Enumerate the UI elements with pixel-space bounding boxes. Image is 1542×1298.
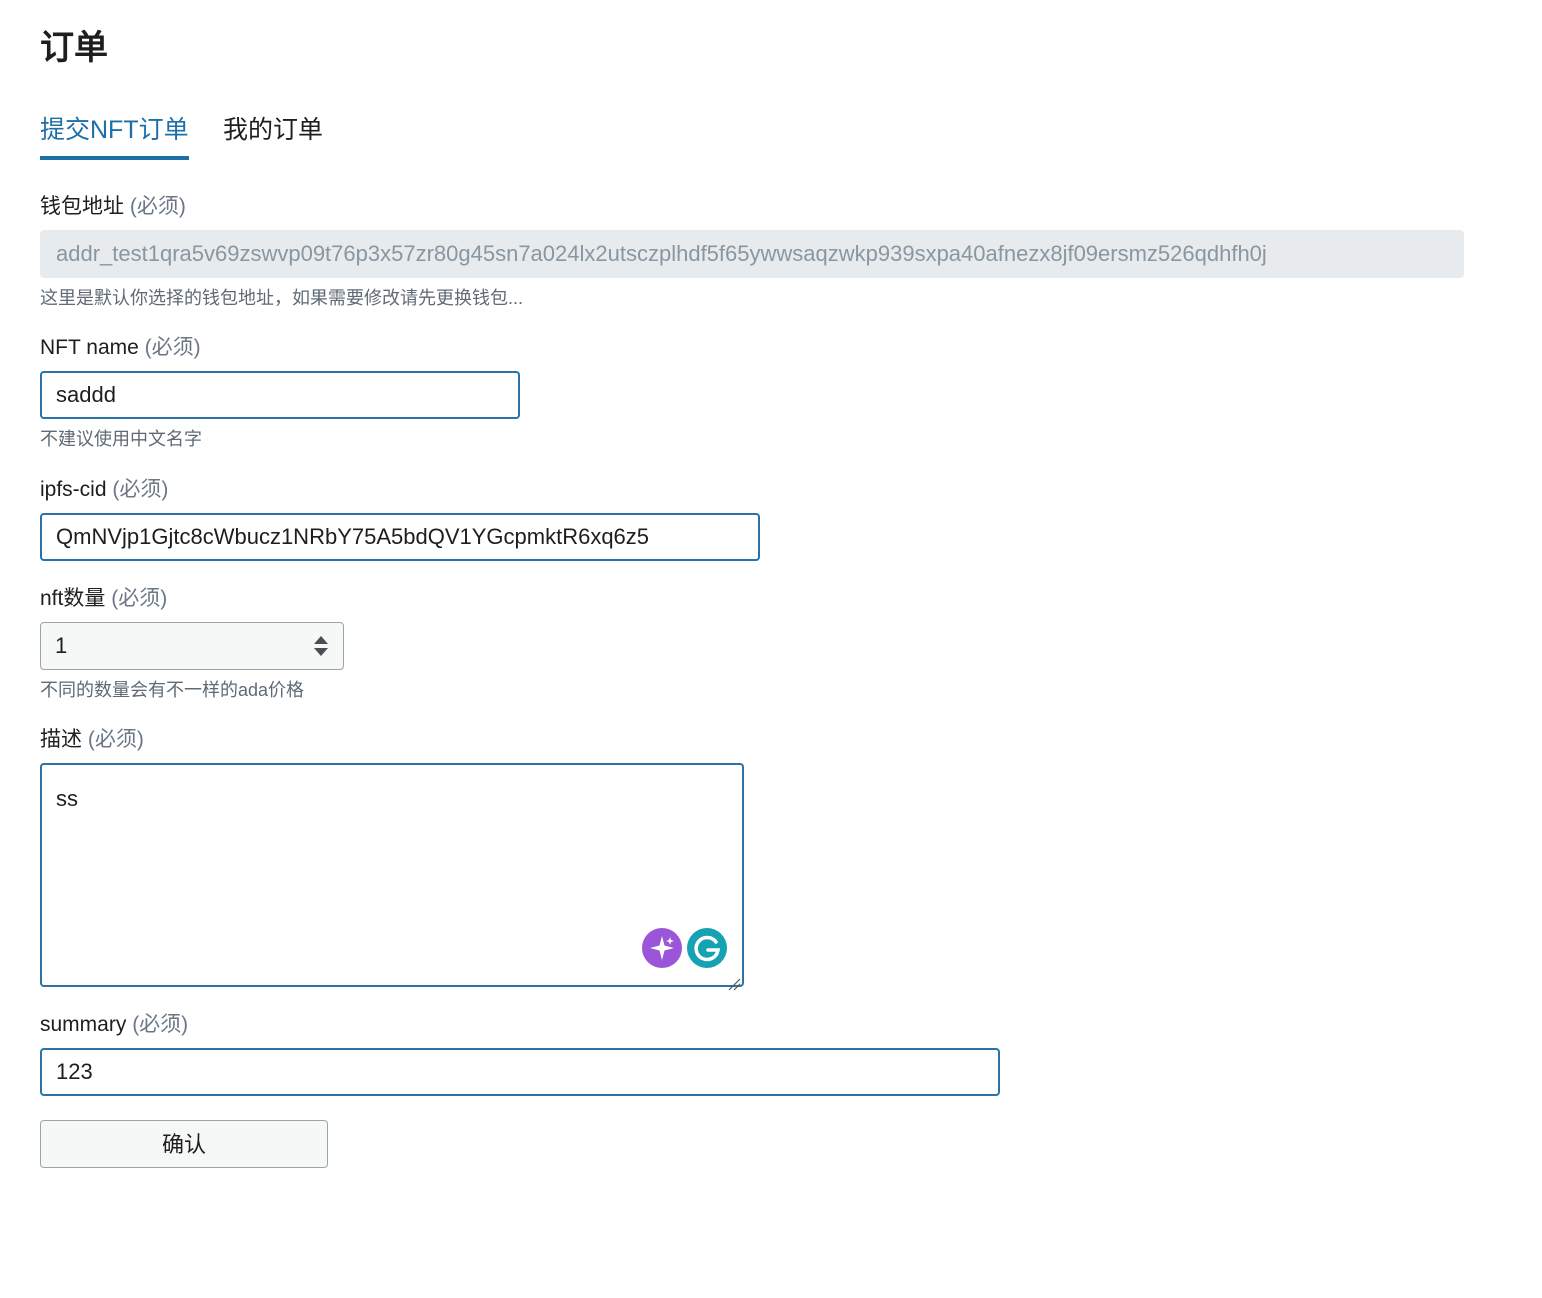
required-marker: (必须) bbox=[132, 1013, 189, 1036]
summary-input[interactable]: 123 bbox=[40, 1048, 1000, 1096]
required-marker: (必须) bbox=[112, 478, 169, 501]
nft-quantity-help: 不同的数量会有不一样的ada价格 bbox=[40, 680, 305, 700]
required-marker: (必须) bbox=[144, 336, 201, 359]
resize-handle-icon[interactable] bbox=[727, 970, 741, 991]
spinner-icon[interactable] bbox=[313, 636, 329, 658]
wallet-address-field[interactable]: addr_test1qra5v69zswvp09t76p3x57zr80g45s… bbox=[40, 230, 1464, 278]
nft-quantity-label-text: nft数量 bbox=[40, 587, 106, 610]
summary-label-text: summary bbox=[40, 1013, 127, 1036]
ipfs-cid-input[interactable]: QmNVjp1Gjtc8cWbucz1NRbY75A5bdQV1YGcpmktR… bbox=[40, 513, 760, 561]
required-marker: (必须) bbox=[111, 587, 168, 610]
wallet-address-label-text: 钱包地址 bbox=[40, 195, 124, 218]
confirm-button[interactable]: 确认 bbox=[40, 1120, 328, 1168]
nft-name-input[interactable]: saddd bbox=[40, 371, 520, 419]
nft-quantity-label: nft数量 (必须) bbox=[40, 585, 167, 613]
wallet-address-label: 钱包地址 (必须) bbox=[40, 193, 186, 221]
spinner-down-icon[interactable] bbox=[314, 648, 328, 656]
summary-label: summary (必须) bbox=[40, 1011, 188, 1039]
ipfs-cid-label-text: ipfs-cid bbox=[40, 478, 107, 501]
description-label-text: 描述 bbox=[40, 728, 82, 751]
nft-name-help: 不建议使用中文名字 bbox=[40, 429, 202, 449]
spinner-up-icon[interactable] bbox=[314, 636, 328, 644]
nft-name-label-text: NFT name bbox=[40, 336, 139, 359]
wallet-address-help: 这里是默认你选择的钱包地址，如果需要修改请先更换钱包... bbox=[40, 288, 524, 308]
description-label: 描述 (必须) bbox=[40, 726, 144, 754]
description-value: ss bbox=[56, 786, 78, 811]
nft-name-label: NFT name (必须) bbox=[40, 334, 201, 362]
tab-my-orders[interactable]: 我的订单 bbox=[223, 108, 323, 152]
nft-quantity-value: 1 bbox=[55, 633, 68, 658]
grammarly-icon[interactable] bbox=[687, 928, 727, 968]
nft-quantity-stepper[interactable]: 1 bbox=[40, 622, 344, 670]
page-title: 订单 bbox=[40, 29, 108, 67]
sparkle-icon[interactable] bbox=[642, 928, 682, 968]
tab-submit-nft-order[interactable]: 提交NFT订单 bbox=[40, 108, 189, 160]
description-textarea[interactable]: ss bbox=[40, 763, 744, 991]
required-marker: (必须) bbox=[87, 728, 144, 751]
ipfs-cid-label: ipfs-cid (必须) bbox=[40, 476, 168, 504]
required-marker: (必须) bbox=[129, 195, 186, 218]
